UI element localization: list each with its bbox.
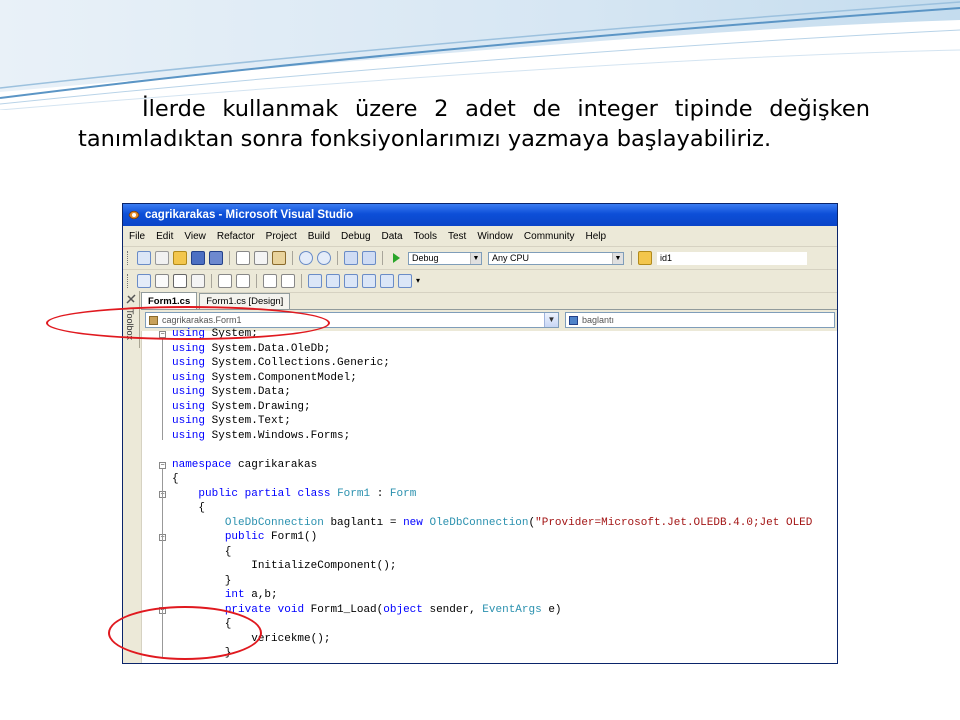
title-bar: cagrikarakas - Microsoft Visual Studio: [123, 204, 837, 226]
clear-bookmarks-icon[interactable]: [398, 274, 412, 288]
menu-view[interactable]: View: [184, 231, 206, 242]
previous-bookmark-icon[interactable]: [326, 274, 340, 288]
code-line[interactable]: {: [172, 501, 205, 516]
field-icon: [569, 316, 578, 325]
menu-window[interactable]: Window: [477, 231, 513, 242]
code-line[interactable]: using System.Text;: [172, 414, 291, 429]
menu-bar: File Edit View Refactor Project Build De…: [123, 226, 837, 247]
layout-toolbar: ▾: [123, 270, 837, 293]
menu-project[interactable]: Project: [266, 231, 297, 242]
toolbar-options-icon[interactable]: ▾: [416, 274, 424, 288]
visual-studio-window: cagrikarakas - Microsoft Visual Studio F…: [122, 203, 838, 664]
toolbox-icon: [126, 294, 136, 304]
code-line[interactable]: using System.Windows.Forms;: [172, 429, 350, 444]
toolbar-separator: [292, 251, 293, 265]
cut-icon[interactable]: [236, 251, 250, 265]
add-item-icon[interactable]: [155, 251, 169, 265]
find-combo-value: id1: [660, 253, 673, 263]
pointer-icon[interactable]: [173, 274, 187, 288]
class-view-icon[interactable]: [137, 274, 151, 288]
outline-guide-line: [162, 338, 164, 440]
code-line[interactable]: public Form1(): [172, 530, 317, 545]
annotation-circle-method-brace: [108, 606, 262, 660]
code-line[interactable]: int a,b;: [172, 588, 278, 603]
code-editor[interactable]: − − − − − using System; using System.Data.Ole…: [141, 328, 837, 663]
open-folder-icon[interactable]: [173, 251, 187, 265]
outdent-icon[interactable]: [236, 274, 250, 288]
annotation-circle-class-dropdown: [46, 306, 330, 340]
menu-refactor[interactable]: Refactor: [217, 231, 255, 242]
menu-community[interactable]: Community: [524, 231, 575, 242]
code-line[interactable]: {: [172, 545, 232, 560]
menu-file[interactable]: File: [129, 231, 145, 242]
solution-configuration-select[interactable]: Debug ▼: [408, 251, 482, 265]
toolbar-separator: [337, 251, 338, 265]
toolbar-separator: [256, 274, 257, 288]
member-dropdown-value: baglantı: [582, 315, 615, 325]
comment-icon[interactable]: [263, 274, 277, 288]
find-combo[interactable]: id1: [657, 251, 807, 265]
collapse-toggle-icon[interactable]: −: [159, 461, 166, 469]
tab-form1-cs-label: Form1.cs: [148, 295, 191, 307]
font-size-icon[interactable]: [191, 274, 205, 288]
slide-caption: İlerde kullanmak üzere 2 adet de integer…: [78, 94, 870, 154]
uncomment-icon[interactable]: [281, 274, 295, 288]
solution-platform-select[interactable]: Any CPU ▼: [488, 251, 624, 265]
solution-configuration-value: Debug: [412, 253, 439, 263]
save-all-icon[interactable]: [209, 251, 223, 265]
solution-platform-value: Any CPU: [492, 253, 530, 263]
toolbar-grip[interactable]: [127, 251, 131, 265]
menu-build[interactable]: Build: [308, 231, 330, 242]
code-line[interactable]: using System.Data.OleDb;: [172, 342, 330, 357]
toolbar-separator: [301, 274, 302, 288]
tab-form1-design-label: Form1.cs [Design]: [206, 296, 284, 307]
toggle-bookmark-icon[interactable]: [308, 274, 322, 288]
toolbar-separator: [229, 251, 230, 265]
toolbar-separator: [211, 274, 212, 288]
redo-icon[interactable]: [317, 251, 331, 265]
menu-help[interactable]: Help: [585, 231, 606, 242]
properties-icon[interactable]: [155, 274, 169, 288]
caption-line-2: tanımladıktan sonra fonksiyonlarımızı ya…: [78, 126, 772, 152]
chevron-down-icon: ▼: [470, 252, 481, 264]
next-bookmark-icon[interactable]: [344, 274, 358, 288]
navigate-backward-icon[interactable]: [344, 251, 358, 265]
indent-icon[interactable]: [218, 274, 232, 288]
code-line[interactable]: OleDbConnection baglantı = new OleDbConn…: [172, 516, 813, 531]
code-line[interactable]: public partial class Form1 : Form: [172, 487, 416, 502]
caption-line-1: İlerde kullanmak üzere 2 adet de integer…: [142, 96, 870, 122]
paste-icon[interactable]: [272, 251, 286, 265]
next-bookmark-folder-icon[interactable]: [380, 274, 394, 288]
menu-edit[interactable]: Edit: [156, 231, 173, 242]
member-dropdown[interactable]: baglantı: [565, 312, 835, 328]
code-line[interactable]: using System.Collections.Generic;: [172, 356, 390, 371]
start-debugging-icon[interactable]: [389, 251, 403, 265]
code-line[interactable]: {: [172, 472, 179, 487]
toolbar-separator: [631, 251, 632, 265]
undo-icon[interactable]: [299, 251, 313, 265]
navigate-forward-icon[interactable]: [362, 251, 376, 265]
new-project-icon[interactable]: [137, 251, 151, 265]
code-line[interactable]: namespace cagrikarakas: [172, 458, 317, 473]
code-line[interactable]: }: [172, 574, 232, 589]
visual-studio-icon: [128, 210, 140, 220]
menu-tools[interactable]: Tools: [414, 231, 437, 242]
menu-debug[interactable]: Debug: [341, 231, 370, 242]
code-line[interactable]: using System.ComponentModel;: [172, 371, 357, 386]
standard-toolbar: Debug ▼ Any CPU ▼ id1: [123, 247, 837, 270]
previous-bookmark-folder-icon[interactable]: [362, 274, 376, 288]
window-title: cagrikarakas - Microsoft Visual Studio: [145, 209, 354, 221]
save-icon[interactable]: [191, 251, 205, 265]
menu-test[interactable]: Test: [448, 231, 466, 242]
code-line[interactable]: using System.Data;: [172, 385, 291, 400]
code-line[interactable]: using System.Drawing;: [172, 400, 311, 415]
find-in-files-icon[interactable]: [638, 251, 652, 265]
copy-icon[interactable]: [254, 251, 268, 265]
code-line[interactable]: InitializeComponent();: [172, 559, 396, 574]
chevron-down-icon: ▼: [544, 313, 558, 327]
toolbar-separator: [382, 251, 383, 265]
menu-data[interactable]: Data: [382, 231, 403, 242]
toolbar-grip[interactable]: [127, 274, 131, 288]
chevron-down-icon: ▼: [612, 252, 623, 264]
